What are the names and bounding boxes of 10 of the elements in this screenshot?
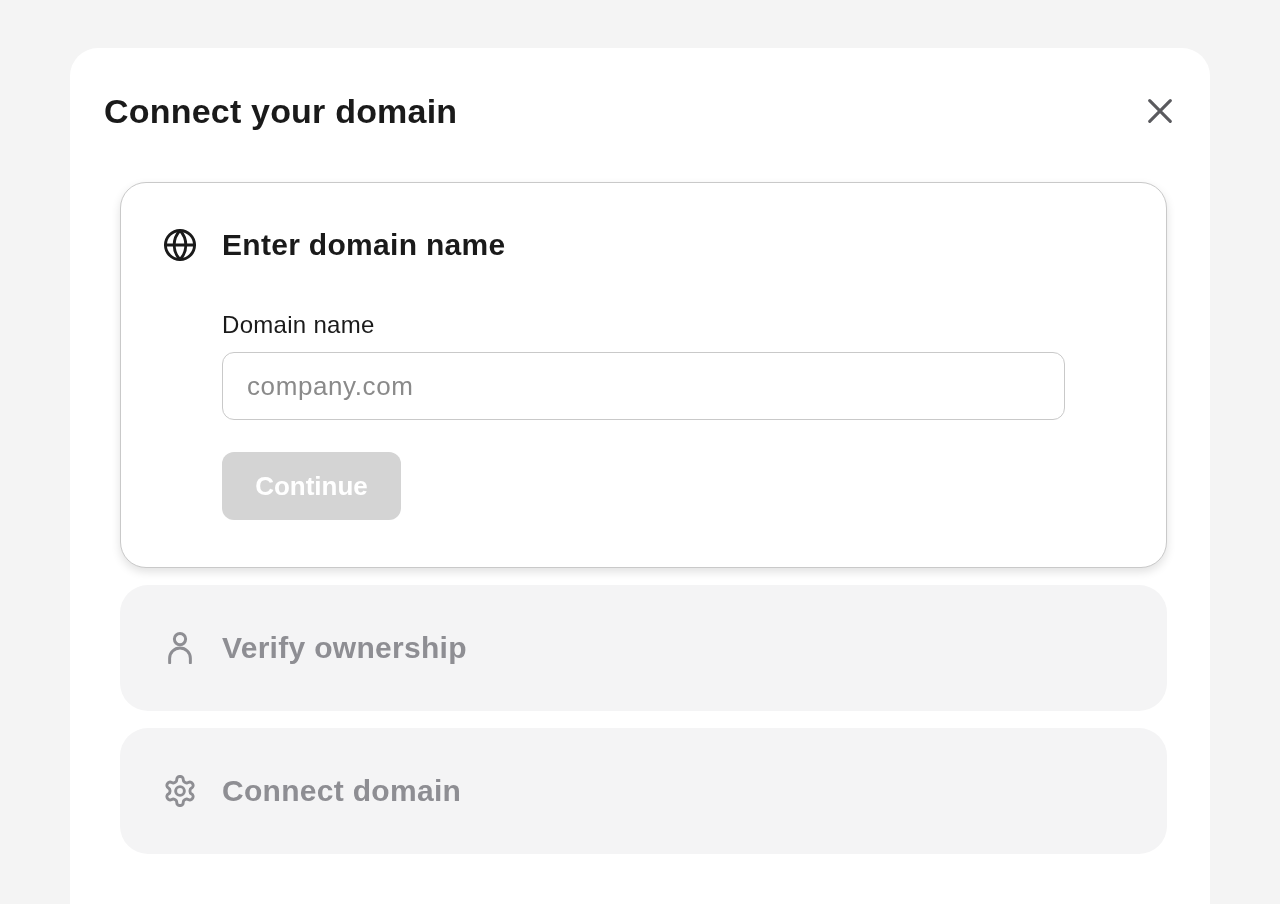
- globe-icon: [164, 229, 196, 261]
- domain-input[interactable]: company.com: [222, 352, 1065, 420]
- gear-icon: [164, 775, 196, 807]
- step-title: Connect domain: [222, 773, 462, 809]
- close-icon: [1148, 99, 1172, 123]
- dialog-title: Connect your domain: [104, 91, 458, 131]
- step-title: Enter domain name: [222, 227, 506, 263]
- field-label: Domain name: [222, 310, 375, 340]
- step-title: Verify ownership: [222, 630, 467, 666]
- close-button[interactable]: [1147, 98, 1173, 124]
